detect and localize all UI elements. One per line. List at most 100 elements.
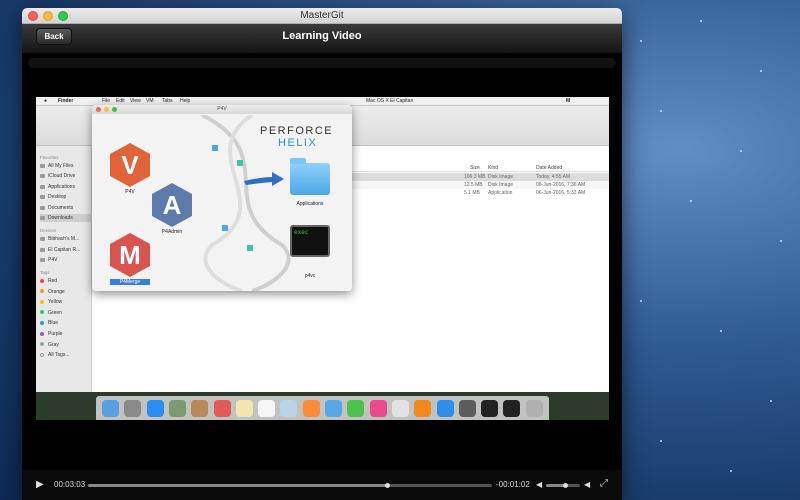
dock-app-icon[interactable] [191, 400, 209, 417]
title-bar: MasterGit [22, 8, 622, 24]
dock-app-icon[interactable] [235, 400, 253, 417]
sidebar-item: El Capitan R... [40, 246, 92, 254]
progress-slider[interactable] [88, 483, 492, 488]
file-date: 06-Jun-2016, 5:33 AM [536, 190, 586, 196]
elapsed-time: 00:03:03 [54, 480, 86, 489]
volume-knob[interactable] [562, 483, 568, 488]
page-title: Learning Video [282, 30, 362, 42]
p4admin-label: P4Admin [161, 229, 183, 235]
favorites-header: Favorites [40, 155, 59, 160]
file-size: 12.5 MB [464, 182, 483, 188]
dock-app-icon[interactable] [414, 400, 432, 417]
p4admin-app-icon: A [152, 183, 192, 227]
sidebar-tag-item: Yellow [40, 298, 92, 306]
nav-bar: Back Learning Video [22, 24, 622, 54]
fullscreen-icon[interactable]: ⤢ [600, 478, 608, 489]
p4merge-app-icon: M [110, 233, 150, 277]
p4v-label: P4V [125, 189, 135, 195]
brand-perforce: PERFORCE [260, 125, 334, 137]
sidebar-item: Applications [40, 183, 92, 191]
sidebar-item: P4V [40, 256, 92, 264]
tag-dot-icon [40, 331, 44, 336]
volume-slider[interactable] [546, 483, 580, 488]
file-size: 106.3 MB [464, 174, 486, 180]
cloud-icon [40, 173, 45, 178]
sub-bar [28, 58, 616, 68]
desktop-icon [40, 194, 45, 199]
file-kind: Application [488, 190, 513, 196]
applications-folder-icon [290, 158, 330, 195]
documents-icon [40, 205, 45, 210]
p4merge-label: P4Merge [110, 279, 150, 285]
sidebar-tag-item: All Tags... [40, 351, 92, 359]
dock-app-icon[interactable] [325, 400, 342, 417]
dock-app-icon[interactable] [391, 400, 409, 417]
sidebar-tag-item: Green [40, 309, 92, 317]
p4vc-label: p4vc [304, 273, 316, 279]
dock-app-icon[interactable] [525, 400, 543, 417]
file-kind: Disk Image [488, 174, 514, 180]
dock-app-icon[interactable] [458, 400, 476, 417]
sidebar-tag-item: Purple [40, 330, 92, 338]
dock-app-icon[interactable] [369, 400, 387, 417]
vm-tab: Mac OS X El Capitan [366, 98, 414, 104]
size-header: Size [470, 165, 480, 171]
dmg-title: P4V [92, 105, 352, 114]
tag-dot-icon [40, 321, 44, 326]
kind-header: Kind [488, 165, 499, 171]
computer-icon [40, 236, 45, 241]
brand-helix: HELIX [278, 137, 318, 149]
window-title: MasterGit [300, 10, 344, 21]
arrow-icon [244, 172, 284, 186]
dock-app-icon[interactable] [436, 400, 454, 417]
tag-dot-icon [40, 289, 44, 294]
play-icon[interactable]: ▶ [36, 479, 44, 490]
close-window-button[interactable] [28, 11, 38, 21]
dock-app-icon[interactable] [168, 400, 186, 417]
volume-fill [546, 484, 565, 487]
tag-dot-icon [40, 310, 44, 315]
downloads-icon [40, 215, 45, 220]
p4v-app-icon: V [110, 143, 150, 187]
video-player[interactable]: ● Finder File Edit View VM Tabs Help Mac… [36, 97, 609, 420]
sidebar-item: iCloud Drive [40, 172, 92, 180]
dock-app-icon[interactable] [258, 400, 276, 417]
remaining-time: -00:01:02 [496, 480, 530, 489]
minimize-window-button[interactable] [43, 11, 53, 21]
sidebar-item: Downloads [40, 214, 92, 222]
zoom-window-button[interactable] [58, 11, 68, 21]
devices-header: Devices [40, 228, 57, 233]
progress-knob[interactable] [384, 483, 390, 488]
dock-app-icon[interactable] [347, 400, 365, 417]
dock-app-icon[interactable] [481, 400, 499, 417]
dock-app-icon[interactable] [102, 400, 119, 417]
file-kind: Disk Image [488, 182, 514, 188]
dock-app-icon[interactable] [146, 400, 164, 417]
applications-label: Applications [296, 201, 324, 207]
apple-icon: ● [44, 98, 48, 104]
sidebar-tag-item: Orange [40, 288, 92, 296]
dock-app-icon[interactable] [503, 400, 521, 417]
disk-icon [40, 257, 45, 262]
dock-app-icon[interactable] [124, 400, 142, 417]
status-letter: M [566, 98, 571, 104]
sidebar-item: Documents [40, 204, 92, 212]
files-icon [40, 163, 45, 168]
dock-app-icon[interactable] [280, 400, 298, 417]
dock-app-icon[interactable] [302, 400, 320, 417]
volume-high-icon[interactable]: ◀ [584, 480, 590, 489]
dock-app-icon[interactable] [213, 400, 231, 417]
sidebar-item: All My Files [40, 162, 92, 170]
sidebar-item: Desktop [40, 193, 92, 201]
volume-icon[interactable]: ◀ [536, 480, 542, 489]
date-header: Date Added [536, 165, 563, 171]
file-date: Today, 4:55 AM [536, 174, 571, 180]
menu-app: Finder [58, 98, 74, 104]
app-window: MasterGit Back Learning Video ● Finder F… [22, 8, 622, 500]
p4v-disk-image-window: P4V V P4V A P4Admin M P4Merge PERFORCE H… [92, 105, 352, 291]
dock [96, 396, 549, 420]
tag-dot-icon [40, 278, 44, 283]
disk-icon [40, 247, 45, 252]
finder-sidebar: Favorites All My Files iCloud Drive Appl… [36, 146, 92, 392]
playback-controls: ▶ 00:03:03 -00:01:02 ◀ ◀ ⤢ [22, 470, 622, 500]
